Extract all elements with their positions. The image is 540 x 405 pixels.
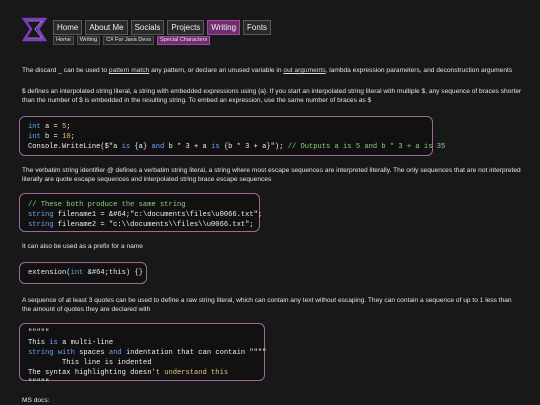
- code-comment: // These both produce the same string: [28, 201, 186, 209]
- pattern-match-link[interactable]: pattern match: [109, 67, 149, 74]
- code-block-prefix: extension(int &#64;this) {}: [19, 262, 147, 284]
- code-line: Console.WriteLine($"a is {a} and b * 3 +…: [28, 143, 446, 151]
- discard-text-2: can be used to: [61, 67, 109, 74]
- ms-docs-label: MS docs:: [22, 397, 50, 404]
- discard-text-4: , lambda expression parameters, and deco…: [325, 67, 513, 74]
- code-line: The syntax highlighting doesn't understa…: [28, 369, 229, 377]
- logo-icon[interactable]: [22, 17, 47, 42]
- top-nav: Home About Me Socials Projects Writing F…: [53, 20, 272, 35]
- code-block-verbatim: // These both produce the same string st…: [19, 193, 263, 232]
- site-header: Home About Me Socials Projects Writing F…: [22, 17, 522, 47]
- breadcrumb-csharp-for-java-devs[interactable]: C# For Java Devs: [103, 36, 154, 45]
- code-line: This is a multi-line: [28, 339, 114, 347]
- discard-text-1: The discard: [22, 67, 59, 74]
- breadcrumb-writing[interactable]: Writing: [76, 36, 101, 45]
- discard-text-3: any pattern, or declare an unused variab…: [149, 67, 284, 74]
- code-line: string filename1 = &#64;"c:\documents\fi…: [28, 211, 263, 219]
- interpolated-paragraph: $ defines an interpolated string literal…: [22, 88, 522, 104]
- nav-home[interactable]: Home: [53, 20, 83, 35]
- code-line: string with spaces and indentation that …: [28, 349, 267, 357]
- out-arguments-link[interactable]: out arguments: [283, 67, 325, 74]
- nav-about-me[interactable]: About Me: [85, 20, 128, 35]
- code-line: This line is indented: [28, 359, 152, 367]
- breadcrumb-special-characters[interactable]: Special Characters: [157, 36, 211, 45]
- code-line: int b = 10;: [28, 133, 75, 141]
- code-block-raw-string: """"" This is a multi-line string with s…: [19, 323, 267, 387]
- discard-paragraph: The discard _ can be used to pattern mat…: [22, 66, 522, 75]
- code-line: """"": [28, 329, 50, 337]
- code-line: """"": [28, 379, 50, 387]
- prefix-paragraph: It can also be used as a prefix for a na…: [22, 243, 143, 250]
- breadcrumb: Home Writing C# For Java Devs Special Ch…: [53, 36, 211, 45]
- code-line: extension(int &#64;this) {}: [28, 269, 143, 277]
- breadcrumb-home[interactable]: Home: [53, 36, 74, 45]
- code-block-interpolation: int a = 5; int b = 10; Console.WriteLine…: [19, 116, 445, 156]
- raw-string-paragraph: A sequence of at least 3 quotes can be u…: [22, 297, 512, 313]
- code-line: int a = 5;: [28, 123, 71, 131]
- nav-projects[interactable]: Projects: [167, 20, 205, 35]
- nav-fonts[interactable]: Fonts: [243, 20, 272, 35]
- nav-socials[interactable]: Socials: [130, 20, 165, 35]
- nav-writing[interactable]: Writing: [207, 20, 241, 35]
- code-line: string filename2 = "c:\\documents\\files…: [28, 221, 254, 229]
- verbatim-paragraph: The verbatim string identifier @ defines…: [22, 167, 521, 183]
